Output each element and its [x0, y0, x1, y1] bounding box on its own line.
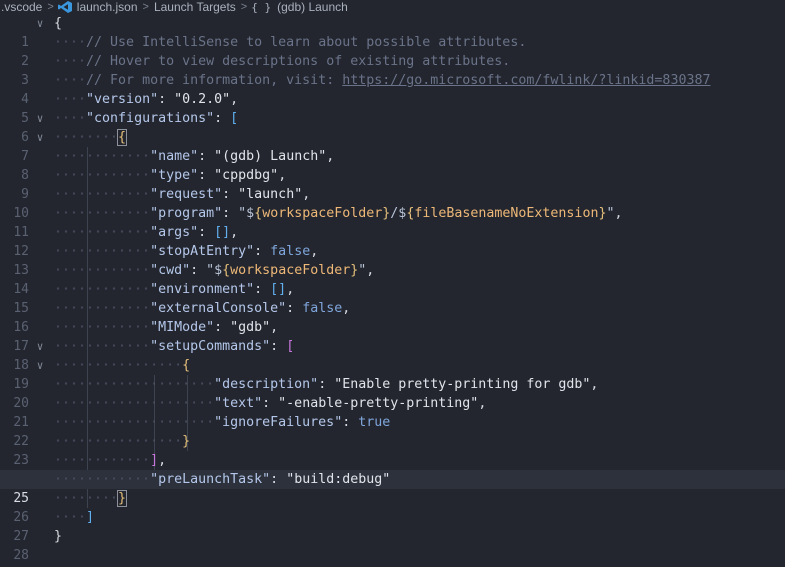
- json-bracket: [: [230, 111, 239, 126]
- json-string-value: "build:debug": [286, 472, 391, 487]
- comment-link[interactable]: https://go.microsoft.com/fwlink/?linkid=…: [342, 73, 710, 88]
- line-number: 28: [13, 548, 29, 563]
- json-brace: {: [54, 16, 63, 31]
- json-key: "environment": [150, 282, 255, 297]
- json-key: "configurations": [86, 111, 215, 126]
- variable-name: workspaceFolder: [262, 206, 383, 221]
- json-string-value: "Enable pretty-printing for gdb": [334, 377, 591, 392]
- json-key: "setupCommands": [150, 339, 271, 354]
- json-key: "name": [150, 149, 199, 164]
- code-line[interactable]: 28 }: [0, 527, 785, 563]
- code-line[interactable]: 6 ∨ ····"configurations": [: [0, 109, 785, 145]
- code-line[interactable]: 18 ∨ ············"setupCommands": [: [0, 337, 785, 373]
- json-key: "type": [150, 168, 199, 183]
- code-line[interactable]: 17 ············"MIMode": "gdb",: [0, 318, 785, 354]
- json-boolean-value: false: [302, 301, 343, 316]
- fold-chevron-icon[interactable]: ∨: [33, 128, 47, 147]
- json-key: "args": [150, 225, 199, 240]
- code-line[interactable]: 23 ················}: [0, 432, 785, 468]
- json-string-value: "-enable-pretty-printing": [278, 396, 479, 411]
- breadcrumb-section[interactable]: Launch Targets: [153, 0, 237, 14]
- json-bracket: [: [286, 339, 295, 354]
- json-brace-matched: {: [117, 129, 128, 146]
- code-line[interactable]: 4 ····// For more information, visit: ht…: [0, 71, 785, 107]
- code-line[interactable]: 11 ············"program": "${workspaceFo…: [0, 204, 785, 240]
- json-string-value: "launch": [238, 187, 303, 202]
- json-key: "description": [214, 377, 319, 392]
- code-line[interactable]: 27 ····]: [0, 508, 785, 544]
- code-line[interactable]: 20 ····················"description": "E…: [0, 375, 785, 411]
- breadcrumb-file[interactable]: launch.json: [76, 0, 139, 14]
- json-key: "stopAtEntry": [150, 244, 255, 259]
- code-comment: // Hover to view descriptions of existin…: [86, 54, 511, 69]
- code-line[interactable]: 9 ············"type": "cppdbg",: [0, 166, 785, 202]
- code-line[interactable]: 26 ········}: [0, 489, 785, 525]
- code-line[interactable]: 13 ············"stopAtEntry": false,: [0, 242, 785, 278]
- json-brace-matched: }: [117, 490, 128, 507]
- code-editor[interactable]: .vscode > launch.json > Launch Targets >…: [0, 0, 785, 567]
- code-line-current[interactable]: 25 ············"preLaunchTask": "build:d…: [0, 470, 785, 506]
- code-comment: // Use IntelliSense to learn about possi…: [86, 35, 527, 50]
- breadcrumb-separator: >: [47, 1, 54, 13]
- breadcrumb-separator: >: [142, 1, 149, 13]
- code-line[interactable]: 5 ····"version": "0.2.0",: [0, 90, 785, 126]
- vscode-icon: [57, 1, 72, 13]
- code-line[interactable]: 10 ············"request": "launch",: [0, 185, 785, 221]
- json-key: "request": [150, 187, 223, 202]
- json-string-value: "0.2.0": [174, 92, 231, 107]
- json-key: "preLaunchTask": [150, 472, 271, 487]
- code-line[interactable]: 22 ····················"ignoreFailures":…: [0, 413, 785, 449]
- breadcrumb: .vscode > launch.json > Launch Targets >…: [0, 0, 785, 14]
- json-brace: {: [182, 358, 191, 373]
- fold-chevron-icon[interactable]: ∨: [33, 14, 47, 33]
- json-bracket: ]: [86, 510, 95, 525]
- code-line[interactable]: 3 ····// Hover to view descriptions of e…: [0, 52, 785, 88]
- code-line[interactable]: 24 ············],: [0, 451, 785, 487]
- json-brace: }: [182, 434, 191, 449]
- json-key: "program": [150, 206, 223, 221]
- code-line[interactable]: 12 ············"args": [],: [0, 223, 785, 259]
- code-line[interactable]: 19 ∨ ················{: [0, 356, 785, 392]
- json-key: "MIMode": [150, 320, 215, 335]
- json-key: "text": [214, 396, 263, 411]
- json-key: "version": [86, 92, 159, 107]
- json-key: "cwd": [150, 263, 191, 278]
- fold-chevron-icon[interactable]: ∨: [33, 337, 47, 356]
- json-boolean-value: true: [358, 415, 391, 430]
- braces-icon: { }: [251, 0, 272, 14]
- code-line[interactable]: 1 ∨ {: [0, 14, 785, 50]
- code-line[interactable]: 14 ············"cwd": "${workspaceFolder…: [0, 261, 785, 297]
- variable-name: fileBasenameNoExtension: [414, 206, 599, 221]
- json-bracket: ]: [150, 453, 159, 468]
- code-line[interactable]: 21 ····················"text": "-enable-…: [0, 394, 785, 430]
- json-key: "externalConsole": [150, 301, 287, 316]
- code-line[interactable]: 7 ∨ ········{: [0, 128, 785, 164]
- variable-name: workspaceFolder: [230, 263, 351, 278]
- code-line[interactable]: 8 ············"name": "(gdb) Launch",: [0, 147, 785, 183]
- breadcrumb-folder[interactable]: .vscode: [0, 0, 43, 14]
- json-array-value: []: [270, 282, 287, 297]
- code-comment: // For more information, visit:: [86, 73, 343, 88]
- breadcrumb-separator: >: [240, 1, 248, 13]
- json-brace: }: [54, 529, 63, 544]
- json-string-value: "gdb": [230, 320, 271, 335]
- fold-chevron-icon[interactable]: ∨: [33, 356, 47, 375]
- fold-chevron-icon[interactable]: ∨: [33, 109, 47, 128]
- code-area[interactable]: 1 ∨ { 2 ····// Use IntelliSense to learn…: [0, 14, 785, 563]
- code-line[interactable]: 2 ····// Use IntelliSense to learn about…: [0, 33, 785, 69]
- code-line[interactable]: 16 ············"externalConsole": false,: [0, 299, 785, 335]
- json-key: "ignoreFailures": [214, 415, 343, 430]
- json-boolean-value: false: [270, 244, 311, 259]
- json-string-value: "cppdbg": [214, 168, 279, 183]
- code-line[interactable]: 15 ············"environment": [],: [0, 280, 785, 316]
- breadcrumb-item[interactable]: (gdb) Launch: [276, 0, 349, 14]
- json-string-value: "(gdb) Launch": [214, 149, 327, 164]
- json-array-value: []: [214, 225, 231, 240]
